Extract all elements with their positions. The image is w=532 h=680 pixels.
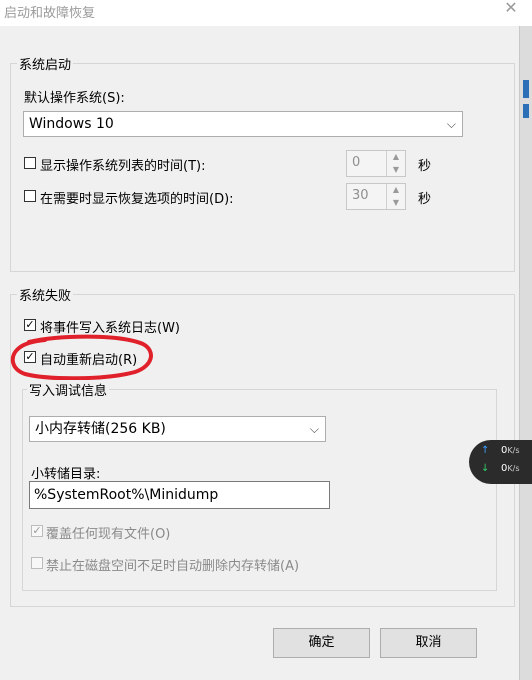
spin-buttons[interactable]: ▲ ▼ (386, 184, 405, 209)
download-speed: 0K/s (501, 463, 520, 474)
show-os-list-spinbox[interactable]: 0 ▲ ▼ (346, 150, 406, 177)
show-os-list-unit: 秒 (418, 159, 432, 174)
background-window-accent (523, 104, 529, 118)
cancel-button[interactable]: 取消 (380, 628, 477, 658)
overwrite-label: 覆盖任何现有文件(O) (46, 527, 171, 542)
spin-down-icon[interactable]: ▼ (387, 197, 405, 210)
red-annotation-circle (10, 334, 153, 380)
upload-speed: 0K/s (501, 445, 520, 456)
download-row: ↓ 0K/s (469, 463, 532, 481)
debug-info-label: 写入调试信息 (27, 380, 110, 399)
dump-dir-input[interactable]: %SystemRoot%\Minidump (29, 481, 330, 509)
upload-row: ↑ 0K/s (469, 445, 532, 463)
write-event-checkbox[interactable]: ✓ (24, 319, 36, 331)
system-startup-label: 系统启动 (17, 54, 74, 73)
background-window-edge (519, 26, 532, 680)
dump-type-select[interactable]: 小内存转储(256 KB) ⌵ (29, 416, 326, 442)
spin-down-icon[interactable]: ▼ (387, 164, 405, 177)
show-os-list-checkbox[interactable] (24, 157, 36, 169)
dump-dir-label: 小转储目录: (31, 467, 101, 482)
show-recovery-unit: 秒 (418, 192, 432, 207)
show-os-list-label: 显示操作系统列表的时间(T): (40, 159, 206, 174)
show-recovery-value: 30 (352, 188, 369, 203)
download-arrow-icon: ↓ (481, 463, 490, 474)
show-recovery-checkbox[interactable] (24, 190, 36, 202)
upload-arrow-icon: ↑ (481, 445, 490, 456)
spin-up-icon[interactable]: ▲ (387, 151, 405, 164)
system-failure-label: 系统失败 (17, 285, 74, 304)
overwrite-checkbox[interactable]: ✓ (31, 525, 43, 537)
background-window-accent (523, 80, 529, 98)
disable-autodelete-label: 禁止在磁盘空间不足时自动删除内存转储(A) (46, 559, 300, 574)
spin-up-icon[interactable]: ▲ (387, 184, 405, 197)
ok-button[interactable]: 确定 (273, 628, 370, 658)
chevron-down-icon: ⌵ (309, 422, 319, 436)
disable-autodelete-checkbox[interactable] (31, 557, 43, 569)
show-os-list-value: 0 (352, 155, 361, 170)
show-recovery-spinbox[interactable]: 30 ▲ ▼ (346, 183, 406, 210)
network-speed-widget: ↑ 0K/s ↓ 0K/s (469, 440, 532, 484)
show-recovery-label: 在需要时显示恢复选项的时间(D): (40, 192, 234, 207)
default-os-label: 默认操作系统(S): (24, 91, 125, 106)
close-icon[interactable]: ✕ (497, 0, 525, 17)
default-os-value: Windows 10 (29, 116, 114, 132)
default-os-select[interactable]: Windows 10 ⌵ (23, 111, 463, 137)
spin-buttons[interactable]: ▲ ▼ (386, 151, 405, 176)
chevron-down-icon: ⌵ (446, 117, 456, 131)
window-title: 启动和故障恢复 (4, 6, 96, 21)
dump-type-value: 小内存转储(256 KB) (35, 421, 166, 437)
